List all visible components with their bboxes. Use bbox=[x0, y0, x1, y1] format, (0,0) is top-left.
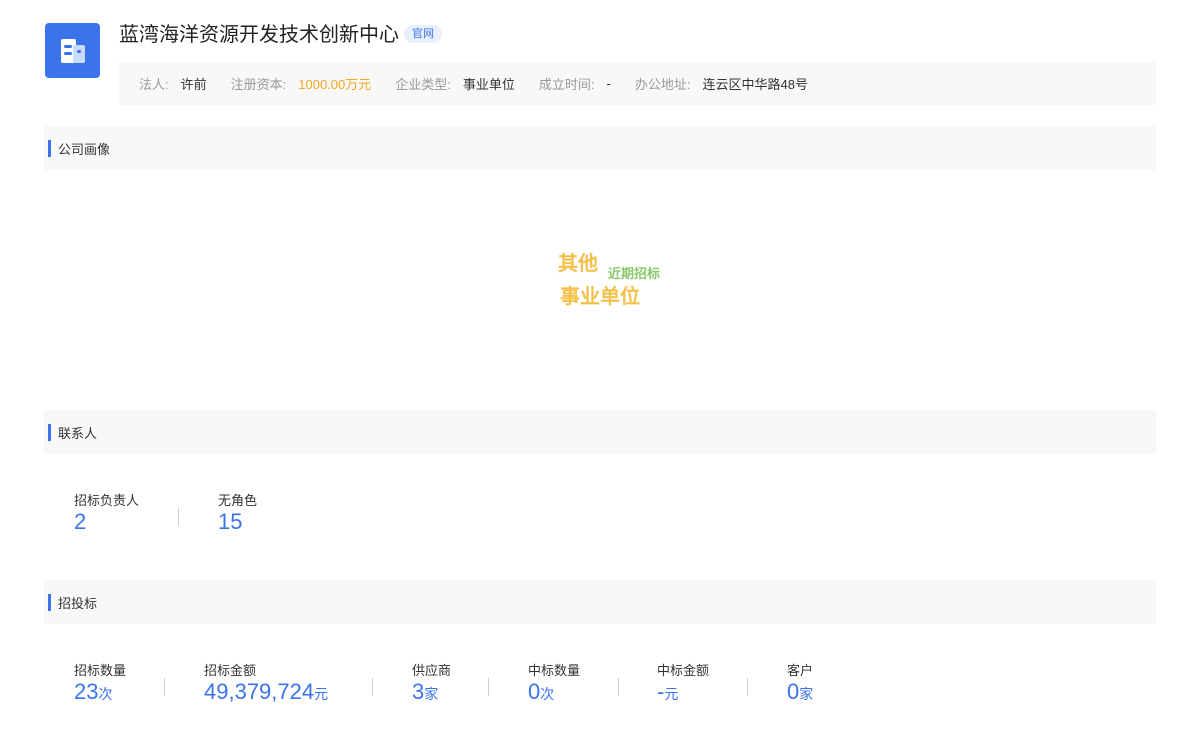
registered-capital: 注册资本: 1000.00万元 bbox=[231, 74, 396, 93]
building-icon bbox=[60, 38, 85, 63]
stat-value: 3 bbox=[412, 679, 425, 704]
section-title: 公司画像 bbox=[58, 141, 111, 157]
bidding-stat[interactable]: 供应商 3家 bbox=[412, 663, 451, 705]
section-title: 招投标 bbox=[58, 595, 98, 611]
stat-value: 23 bbox=[74, 679, 99, 704]
stat-label: 中标金额 bbox=[657, 663, 710, 678]
stat-label: 客户 bbox=[787, 663, 814, 678]
divider bbox=[178, 508, 179, 526]
divider bbox=[164, 678, 165, 696]
stat-unit: 次 bbox=[98, 686, 113, 702]
stat-unit: 家 bbox=[799, 686, 814, 702]
bidding-stat[interactable]: 客户 0家 bbox=[787, 663, 813, 705]
section-contacts: 联系人 bbox=[44, 410, 1156, 454]
contact-stat[interactable]: 无角色 15 bbox=[218, 493, 257, 535]
divider bbox=[372, 678, 373, 696]
stat-value: 15 bbox=[218, 509, 243, 534]
contact-stat[interactable]: 招标负责人 2 bbox=[74, 493, 139, 535]
legal-person-value: 许前 bbox=[180, 77, 207, 92]
section-marker bbox=[48, 139, 51, 157]
company-name: 蓝湾海洋资源开发技术创新中心 bbox=[119, 24, 399, 46]
section-title: 联系人 bbox=[58, 425, 98, 441]
bidding-stat[interactable]: 招标金额 49,379,724元 bbox=[204, 663, 328, 705]
stat-value: 0 bbox=[787, 679, 800, 704]
stat-value: 2 bbox=[74, 509, 87, 534]
section-company-portrait: 公司画像 bbox=[44, 126, 1156, 170]
stat-unit: 元 bbox=[314, 686, 329, 702]
divider bbox=[618, 678, 619, 696]
stat-unit: 次 bbox=[540, 686, 555, 702]
stat-value: 49,379,724 bbox=[204, 679, 315, 704]
founded-date: 成立时间: - bbox=[539, 74, 635, 93]
registered-capital-value: 1000.00万元 bbox=[298, 77, 372, 92]
section-marker bbox=[48, 593, 51, 611]
office-address: 办公地址: 连云区中华路48号 bbox=[635, 74, 832, 93]
divider bbox=[747, 678, 748, 696]
company-type-label: 企业类型: bbox=[395, 77, 451, 92]
word-cloud-item[interactable]: 其他 bbox=[558, 247, 598, 276]
company-type-value: 事业单位 bbox=[462, 77, 515, 92]
section-bidding: 招投标 bbox=[44, 580, 1156, 624]
stat-label: 招标负责人 bbox=[74, 493, 140, 508]
stat-label: 招标数量 bbox=[74, 663, 127, 678]
stat-label: 供应商 bbox=[412, 663, 452, 678]
bidding-stat[interactable]: 招标数量 23次 bbox=[74, 663, 126, 705]
company-logo bbox=[45, 23, 100, 78]
bidding-stat[interactable]: 中标数量 0次 bbox=[528, 663, 580, 705]
bidding-stat[interactable]: 中标金额 -元 bbox=[657, 663, 709, 705]
section-marker bbox=[48, 423, 51, 441]
stat-unit: 家 bbox=[424, 686, 439, 702]
stat-unit: 元 bbox=[664, 686, 679, 702]
stat-value: 0 bbox=[528, 679, 541, 704]
company-type: 企业类型: 事业单位 bbox=[395, 74, 539, 93]
office-address-label: 办公地址: bbox=[634, 77, 691, 92]
stat-label: 无角色 bbox=[218, 493, 258, 508]
stat-label: 中标数量 bbox=[528, 663, 581, 678]
office-address-value: 连云区中华路48号 bbox=[702, 77, 808, 92]
legal-person-label: 法人: bbox=[139, 77, 169, 92]
registered-capital-label: 注册资本: bbox=[230, 77, 287, 92]
word-cloud-item[interactable]: 事业单位 bbox=[560, 280, 640, 309]
founded-date-label: 成立时间: bbox=[538, 77, 595, 92]
founded-date-value: - bbox=[606, 76, 611, 91]
divider bbox=[488, 678, 489, 696]
stat-label: 招标金额 bbox=[204, 663, 257, 678]
official-site-link[interactable]: 官网 bbox=[404, 25, 442, 43]
legal-person: 法人: 许前 bbox=[139, 74, 231, 93]
company-info-bar: 法人: 许前 注册资本: 1000.00万元 企业类型: 事业单位 成立时间: … bbox=[119, 62, 1156, 105]
